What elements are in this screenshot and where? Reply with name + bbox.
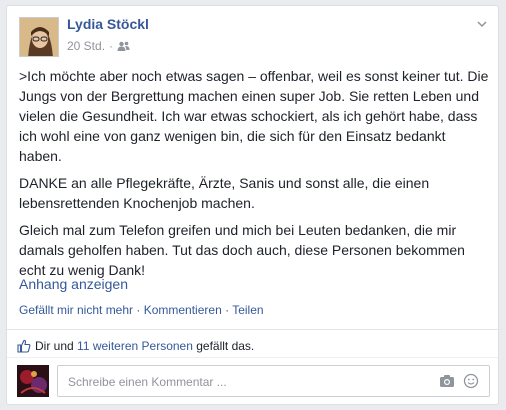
post-actions: Gefällt mir nicht mehr · Kommentieren · … <box>19 303 264 317</box>
post-timestamp[interactable]: 20 Std. <box>67 39 105 53</box>
commenter-avatar-image <box>17 365 49 397</box>
separator: · <box>221 303 233 317</box>
avatar-image <box>20 18 58 56</box>
author-name[interactable]: Lydia Stöckl <box>67 16 149 32</box>
post-paragraph: DANKE an alle Pflegekräfte, Ärzte, Sanis… <box>19 175 430 211</box>
author-avatar[interactable] <box>19 17 59 57</box>
divider <box>7 357 498 358</box>
post-body: >Ich möchte aber noch etwas sagen – offe… <box>19 66 489 287</box>
smiley-icon[interactable] <box>463 373 479 389</box>
comment-box <box>57 365 490 397</box>
likes-suffix: gefällt das. <box>192 339 255 353</box>
camera-icon[interactable] <box>439 374 455 388</box>
post-meta: 20 Std. · <box>67 39 130 53</box>
thumbs-up-icon <box>17 339 31 353</box>
chevron-down-icon[interactable] <box>476 18 488 30</box>
post-paragraph: >Ich möchte aber noch etwas sagen – offe… <box>19 68 489 164</box>
comment-input[interactable] <box>66 367 430 397</box>
comment-link[interactable]: Kommentieren <box>144 303 222 317</box>
commenter-avatar[interactable] <box>17 365 49 397</box>
divider <box>7 329 498 330</box>
separator: · <box>133 303 144 317</box>
share-link[interactable]: Teilen <box>232 303 263 317</box>
likes-others-link[interactable]: 11 weiteren Personen <box>77 339 193 353</box>
post-card: Lydia Stöckl 20 Std. · >Ich möchte aber … <box>6 5 499 405</box>
likes-prefix: Dir und <box>35 339 78 353</box>
post-paragraph: Gleich mal zum Telefon greifen und mich … <box>19 222 465 278</box>
unlike-link[interactable]: Gefällt mir nicht mehr <box>19 303 133 317</box>
friends-icon[interactable] <box>117 41 130 51</box>
likes-summary: Dir und 11 weiteren Personen gefällt das… <box>17 339 254 353</box>
see-more-link[interactable]: Anhang anzeigen <box>19 276 128 292</box>
